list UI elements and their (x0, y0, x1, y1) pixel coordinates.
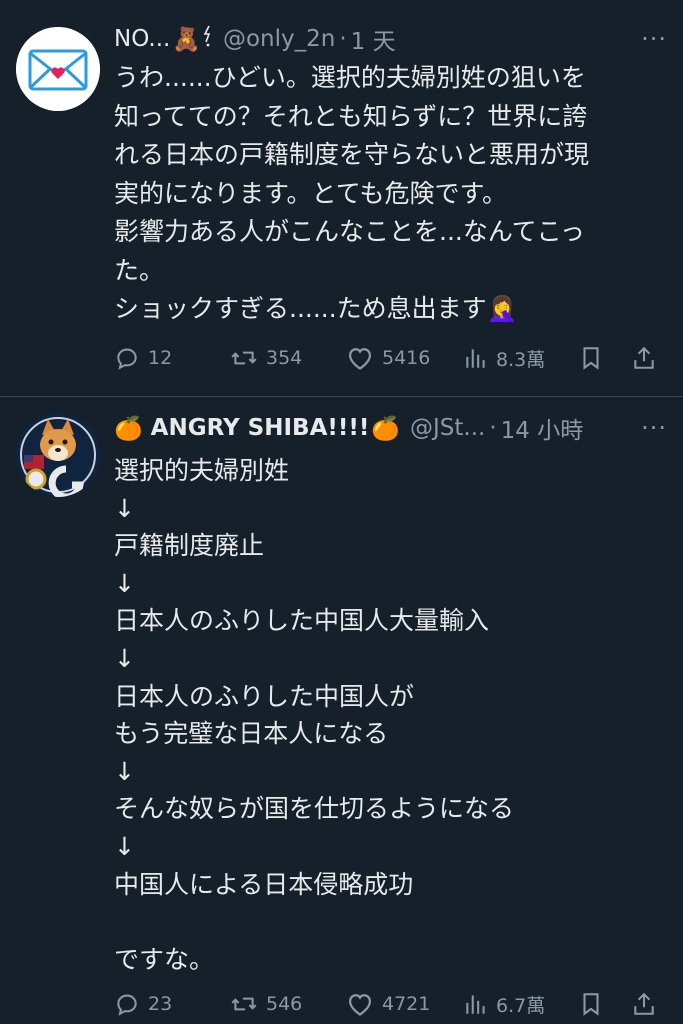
views-button[interactable]: 6.7萬 (464, 991, 580, 1018)
separator: · (489, 415, 497, 441)
bookmark-icon (583, 993, 599, 1016)
analytics-icon (466, 995, 485, 1014)
post-text: うわ......ひどい。選択的夫婦別姓の狙いを 知ってての？それとも知らずに？世… (114, 63, 590, 323)
repost-icon (231, 351, 257, 365)
bookmark-button[interactable] (580, 345, 632, 371)
tangerine-icon: 🍊 (371, 415, 400, 442)
user-handle[interactable]: @only_2n (223, 26, 335, 52)
avatar[interactable] (16, 413, 100, 497)
view-count: 8.3萬 (496, 348, 546, 371)
repost-count: 546 (266, 993, 303, 1015)
repost-button[interactable]: 354 (230, 345, 346, 371)
teddy-bear-icon: 🧸 (172, 26, 201, 53)
like-button[interactable]: 4721 (346, 991, 464, 1017)
reply-icon (117, 348, 137, 370)
action-bar: 23 546 4721 6.7萬 (114, 987, 667, 1021)
bookmark-button[interactable] (580, 991, 632, 1017)
mail-envelope-icon (16, 27, 100, 111)
repost-count: 354 (266, 347, 303, 369)
views-button[interactable]: 8.3萬 (464, 345, 580, 372)
reply-button[interactable]: 12 (114, 345, 230, 371)
separator: · (339, 26, 347, 52)
analytics-icon (466, 349, 485, 368)
like-count: 5416 (382, 347, 431, 369)
bookmark-icon (583, 347, 599, 370)
reply-button[interactable]: 23 (114, 991, 230, 1017)
user-handle[interactable]: @JSt... (410, 415, 485, 441)
heart-icon (348, 994, 372, 1016)
like-count: 4721 (382, 993, 431, 1015)
heart-icon (348, 348, 372, 370)
post-card[interactable]: NO... 🧸 @only_2n · 1 天 ··· うわ......ひどい。選… (0, 0, 683, 396)
timestamp[interactable]: 14 小時 (501, 411, 584, 445)
post-text: 選択的夫婦別姓 ↓ 戸籍制度廃止 ↓ 日本人のふりした中国人大量輸入 ↓ 日本人… (114, 456, 515, 974)
timestamp[interactable]: 1 天 (351, 22, 396, 56)
more-options-icon[interactable]: ··· (641, 414, 667, 442)
action-bar: 12 354 5416 8.3萬 (114, 341, 667, 375)
share-button[interactable] (632, 345, 656, 371)
reply-icon (117, 994, 137, 1016)
avatar[interactable] (16, 27, 100, 111)
post-header: NO... 🧸 @only_2n · 1 天 ··· (114, 22, 667, 56)
shiba-dog-avatar-icon (16, 413, 100, 497)
share-icon (634, 992, 654, 1015)
reply-count: 12 (148, 347, 173, 369)
reply-count: 23 (148, 993, 173, 1015)
repost-icon (231, 997, 257, 1011)
like-button[interactable]: 5416 (346, 345, 464, 371)
share-button[interactable] (632, 991, 656, 1017)
sparkle-icon (203, 25, 213, 53)
display-name[interactable]: ANGRY SHIBA!!!! (151, 415, 370, 441)
view-count: 6.7萬 (496, 994, 546, 1017)
display-name[interactable]: NO... (114, 26, 170, 52)
post-card[interactable]: 🍊 ANGRY SHIBA!!!! 🍊 @JSt... · 14 小時 ··· … (0, 396, 683, 1024)
more-options-icon[interactable]: ··· (641, 25, 667, 53)
tangerine-icon: 🍊 (114, 415, 143, 442)
share-icon (634, 346, 654, 369)
repost-button[interactable]: 546 (230, 991, 346, 1017)
post-header: 🍊 ANGRY SHIBA!!!! 🍊 @JSt... · 14 小時 ··· (114, 411, 667, 445)
